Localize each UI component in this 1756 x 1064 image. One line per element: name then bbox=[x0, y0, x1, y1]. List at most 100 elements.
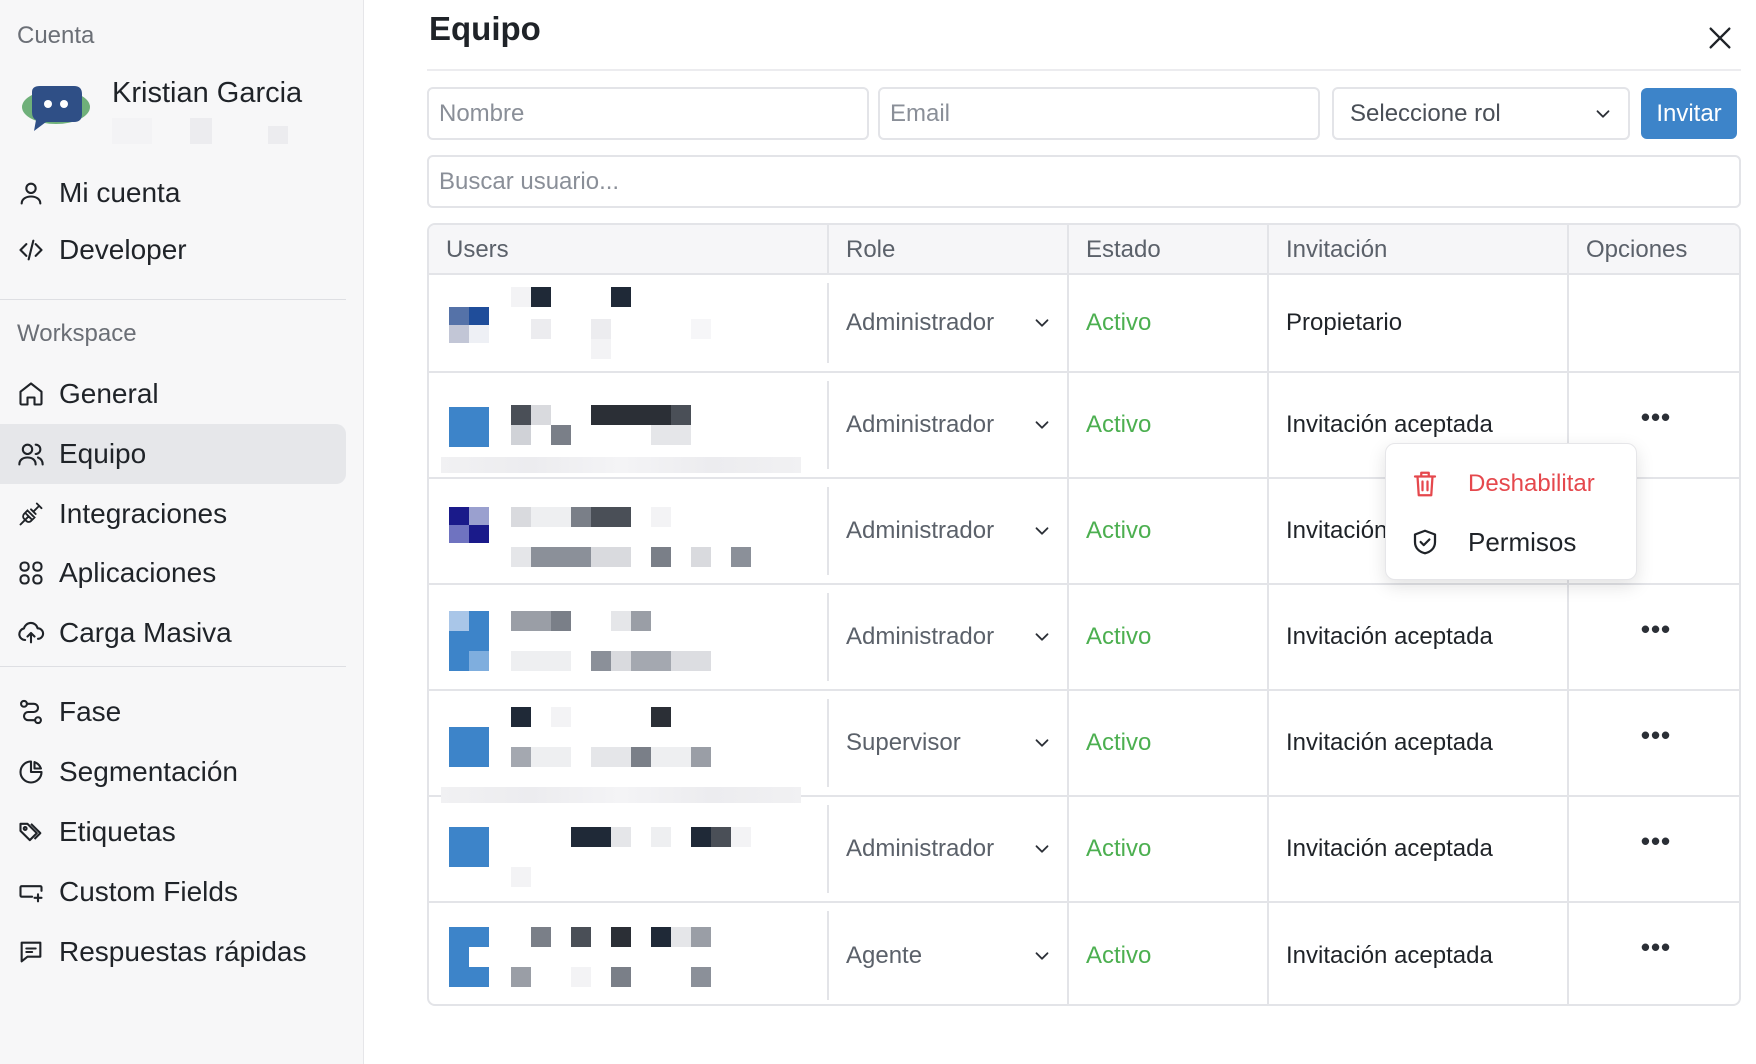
sidebar-item-carga-masiva[interactable]: Carga Masiva bbox=[0, 603, 346, 663]
profile-name: Kristian Garcia bbox=[112, 77, 303, 109]
status-badge: Activo bbox=[1069, 585, 1269, 689]
role-value: Supervisor bbox=[846, 729, 961, 756]
more-options-icon[interactable]: ••• bbox=[1635, 932, 1677, 963]
role-dropdown[interactable]: Administrador bbox=[829, 373, 1069, 477]
sidebar-item-custom-fields[interactable]: Custom Fields bbox=[0, 862, 346, 922]
workspace-section-title: Workspace bbox=[17, 320, 137, 347]
status-badge: Activo bbox=[1069, 373, 1269, 477]
menu-item-label: Deshabilitar bbox=[1468, 470, 1595, 497]
redacted-strip bbox=[441, 457, 801, 473]
table-row: Supervisor Activo Invitación aceptada ••… bbox=[429, 691, 1739, 803]
more-options-icon[interactable]: ••• bbox=[1635, 614, 1677, 645]
table-row: Administrador Activo Propietario bbox=[429, 275, 1739, 373]
cloud-upload-icon bbox=[17, 619, 45, 647]
status-badge: Activo bbox=[1069, 797, 1269, 901]
chevron-down-icon bbox=[1035, 633, 1049, 641]
chevron-down-icon bbox=[1035, 951, 1049, 960]
sidebar-item-fase[interactable]: Fase bbox=[0, 682, 346, 742]
column-header-role: Role bbox=[829, 225, 1069, 275]
role-dropdown[interactable]: Supervisor bbox=[829, 691, 1069, 795]
sidebar-item-respuestas-rapidas[interactable]: Respuestas rápidas bbox=[0, 922, 346, 982]
sidebar-item-developer[interactable]: Developer bbox=[0, 220, 346, 280]
sidebar-item-label: Etiquetas bbox=[59, 816, 176, 847]
more-options-icon[interactable]: ••• bbox=[1635, 720, 1677, 751]
role-dropdown[interactable]: Administrador bbox=[829, 479, 1069, 583]
sidebar-item-label: Aplicaciones bbox=[59, 557, 217, 588]
options-cell-empty bbox=[1569, 275, 1739, 371]
chevron-down-icon bbox=[1035, 845, 1049, 853]
table-row: Agente Activo Invitación aceptada ••• bbox=[429, 903, 1739, 1004]
options-cell: ••• bbox=[1569, 903, 1739, 1004]
invitation-status: Invitación aceptada bbox=[1269, 691, 1569, 795]
role-value: Administrador bbox=[846, 623, 995, 650]
user-cell-redacted bbox=[429, 691, 829, 803]
sidebar-item-label: Integraciones bbox=[59, 498, 228, 529]
more-options-icon[interactable]: ••• bbox=[1635, 402, 1677, 433]
message-icon bbox=[17, 938, 45, 966]
close-icon[interactable] bbox=[1704, 22, 1736, 54]
invite-email-input[interactable] bbox=[878, 87, 1320, 140]
avatar bbox=[449, 727, 489, 781]
column-header-opciones: Opciones bbox=[1586, 236, 1688, 263]
invite-role-select[interactable]: Seleccione rol bbox=[1332, 87, 1630, 140]
sidebar-item-etiquetas[interactable]: Etiquetas bbox=[0, 802, 346, 862]
avatar bbox=[449, 407, 489, 461]
status-badge: Activo bbox=[1069, 691, 1269, 795]
role-value: Administrador bbox=[846, 835, 995, 862]
status-badge: Activo bbox=[1069, 275, 1269, 371]
route-icon bbox=[17, 698, 45, 726]
code-icon bbox=[17, 236, 45, 264]
invite-button[interactable]: Invitar bbox=[1641, 88, 1737, 139]
invite-name-input[interactable] bbox=[427, 87, 869, 140]
role-value: Administrador bbox=[846, 411, 995, 438]
role-dropdown[interactable]: Administrador bbox=[829, 275, 1069, 371]
sidebar-item-mi-cuenta[interactable]: Mi cuenta bbox=[0, 163, 346, 223]
sidebar-item-aplicaciones[interactable]: Aplicaciones bbox=[0, 543, 346, 603]
invitation-status: Invitación aceptada bbox=[1269, 797, 1569, 901]
sidebar-divider bbox=[0, 299, 346, 300]
table-row: Administrador Activo Invitación aceptada… bbox=[429, 585, 1739, 691]
invitation-status: Invitación aceptada bbox=[1269, 585, 1569, 689]
search-user-input[interactable] bbox=[427, 155, 1741, 208]
role-dropdown[interactable]: Administrador bbox=[829, 585, 1069, 689]
avatar bbox=[449, 611, 489, 671]
options-cell: ••• bbox=[1569, 585, 1739, 689]
options-cell: ••• bbox=[1569, 797, 1739, 901]
sidebar-item-integraciones[interactable]: Integraciones bbox=[0, 484, 346, 544]
column-header-users: Users bbox=[429, 225, 829, 275]
sidebar-item-equipo[interactable]: Equipo bbox=[0, 424, 346, 484]
role-value: Agente bbox=[846, 941, 923, 969]
user-cell-redacted bbox=[429, 903, 829, 1004]
chat-bubble-logo-icon bbox=[22, 86, 90, 131]
users-icon bbox=[17, 440, 45, 468]
role-dropdown[interactable]: Administrador bbox=[829, 797, 1069, 901]
sidebar-item-label: Carga Masiva bbox=[59, 617, 232, 648]
more-options-icon[interactable]: ••• bbox=[1635, 826, 1677, 857]
avatar bbox=[449, 507, 489, 561]
menu-item-deshabilitar[interactable]: Deshabilitar bbox=[1386, 456, 1636, 512]
sidebar-item-general[interactable]: General bbox=[0, 364, 346, 424]
sidebar-item-label: Fase bbox=[59, 696, 122, 727]
status-badge: Activo bbox=[1069, 903, 1269, 1004]
tags-icon bbox=[17, 818, 45, 846]
sidebar-item-label: Custom Fields bbox=[59, 876, 238, 907]
role-dropdown[interactable]: Agente bbox=[829, 903, 1069, 1004]
avatar bbox=[449, 927, 489, 987]
menu-item-permisos[interactable]: Permisos bbox=[1386, 514, 1636, 570]
user-cell-redacted bbox=[429, 585, 829, 689]
plug-icon bbox=[17, 500, 45, 528]
column-header-estado: Estado bbox=[1069, 225, 1269, 275]
chevron-down-icon bbox=[1596, 110, 1610, 118]
invitation-status: Propietario bbox=[1269, 275, 1569, 371]
grid-icon bbox=[17, 559, 45, 587]
avatar bbox=[449, 827, 489, 881]
sidebar-item-segmentacion[interactable]: Segmentación bbox=[0, 742, 346, 802]
sidebar-item-label: Segmentación bbox=[59, 756, 239, 787]
table-header: Users Role Estado Invitación Opciones bbox=[429, 225, 1739, 275]
user-icon bbox=[17, 179, 45, 207]
sidebar-item-label: Mi cuenta bbox=[59, 177, 181, 208]
chevron-down-icon bbox=[1035, 527, 1049, 535]
role-value: Administrador bbox=[846, 517, 995, 544]
user-cell-redacted bbox=[429, 797, 829, 901]
user-cell-redacted bbox=[429, 275, 829, 371]
